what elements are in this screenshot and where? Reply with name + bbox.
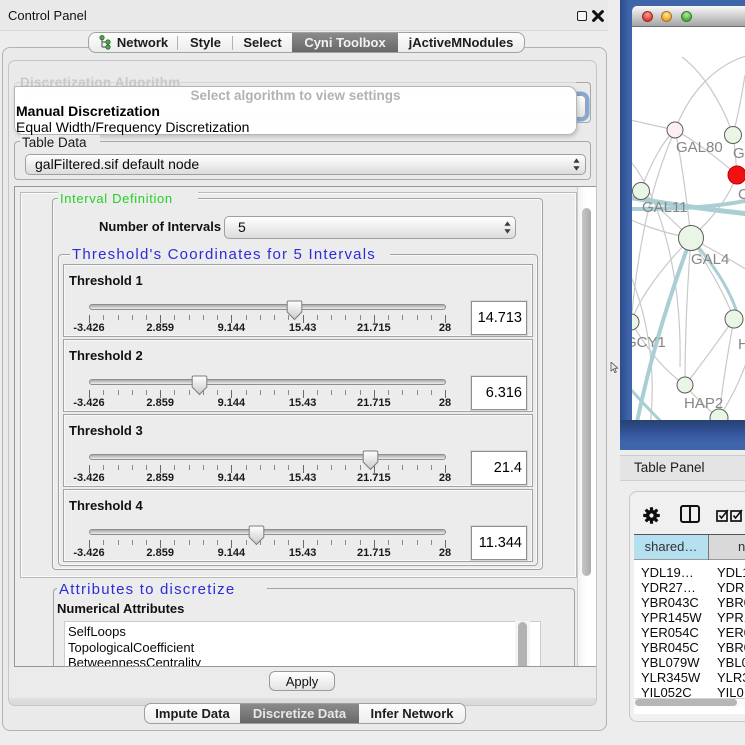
svg-text:HAP2: HAP2 <box>684 395 723 412</box>
svg-text:GAL4: GAL4 <box>691 251 729 268</box>
svg-text:GAL80: GAL80 <box>676 139 723 156</box>
svg-text:GCY1: GCY1 <box>632 334 666 351</box>
svg-text:GA: GA <box>733 145 745 162</box>
svg-text:H: H <box>738 336 745 353</box>
svg-text:C: C <box>738 186 745 203</box>
svg-text:GAL11: GAL11 <box>642 199 688 216</box>
